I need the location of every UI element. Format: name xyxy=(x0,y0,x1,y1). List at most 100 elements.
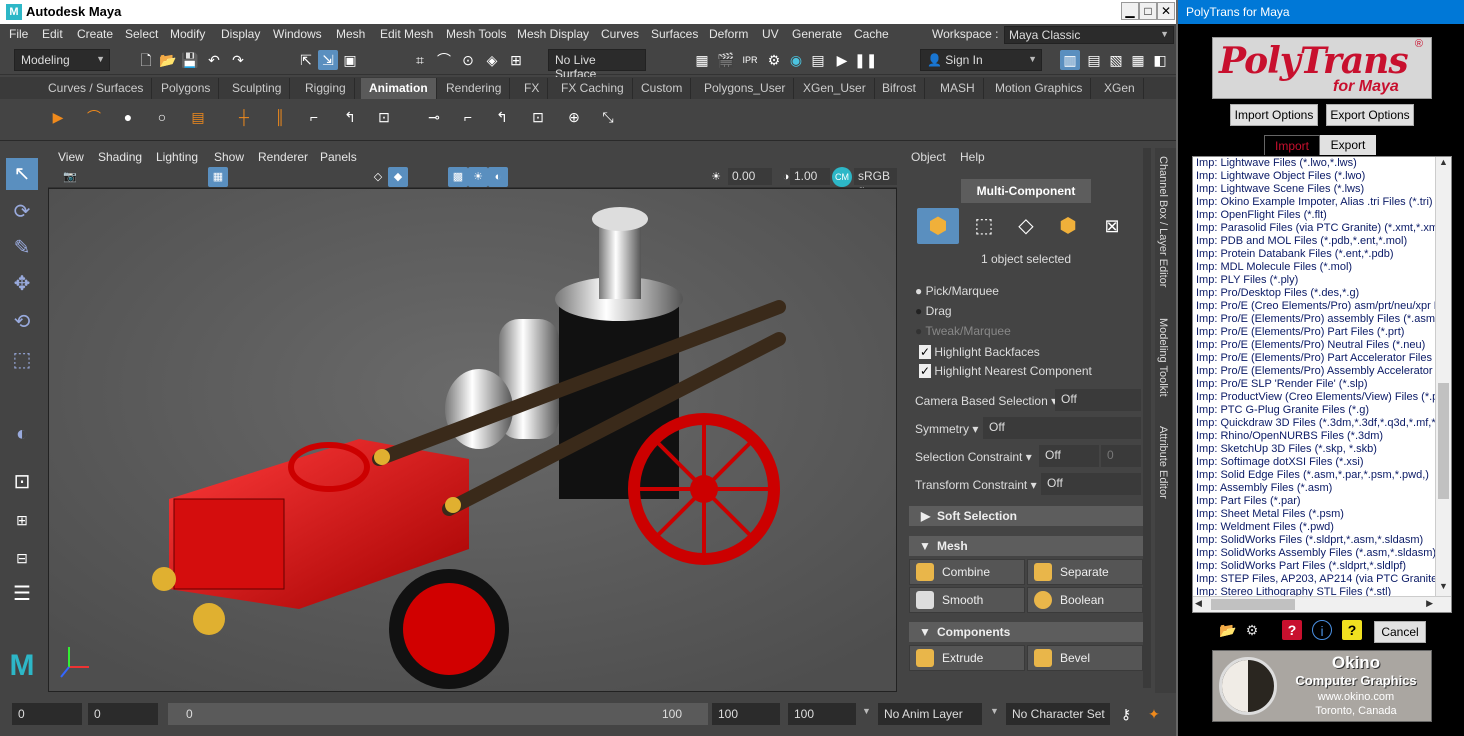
single-pane-layout-icon[interactable]: ⊡ xyxy=(6,466,38,498)
list-item[interactable]: Imp: STEP Files, AP203, AP214 (via PTC G… xyxy=(1193,573,1451,586)
snap-curve-icon[interactable]: ⌒ xyxy=(434,50,454,70)
show-manipulator-icon[interactable]: ◐ xyxy=(6,418,38,450)
list-item[interactable]: Imp: Part Files (*.par) xyxy=(1193,495,1451,508)
uv-mode-icon[interactable]: ⊠ xyxy=(1093,208,1131,244)
workspace-dropdown[interactable]: Maya Classic ▼ xyxy=(1004,26,1174,44)
edge-mode-icon[interactable]: ◇ xyxy=(1007,208,1045,244)
unghost-icon[interactable]: ○ xyxy=(152,107,172,127)
list-item[interactable]: Imp: Quickdraw 3D Files (*.3dm,*.3df,*.q… xyxy=(1193,417,1451,430)
ipr-render-icon[interactable]: IPR xyxy=(740,50,760,70)
sign-in-dropdown[interactable]: 👤 Sign In ▼ xyxy=(920,49,1042,71)
drag-radio[interactable]: ● Drag xyxy=(915,304,952,318)
object-mode-icon[interactable]: ⬢ xyxy=(917,208,959,244)
menu-surfaces[interactable]: Surfaces xyxy=(651,27,698,41)
range-slider[interactable]: 0 100 xyxy=(168,703,708,725)
tweak-marquee-radio[interactable]: ● Tweak/Marquee xyxy=(915,324,1011,338)
components-section[interactable]: ▼ Components xyxy=(909,622,1143,642)
list-item[interactable]: Imp: Pro/E (Elements/Pro) Neutral Files … xyxy=(1193,339,1451,352)
snap-point-icon[interactable]: ⊙ xyxy=(458,50,478,70)
play-icon[interactable]: ▶ xyxy=(832,50,852,70)
mt-menu-help[interactable]: Help xyxy=(960,150,985,164)
mesh-section[interactable]: ▼ Mesh xyxy=(909,536,1143,556)
menu-mesh[interactable]: Mesh xyxy=(336,27,365,41)
list-item[interactable]: Imp: OpenFlight Files (*.flt) xyxy=(1193,209,1451,222)
highlight-backfaces-checkbox[interactable]: ✓ Highlight Backfaces xyxy=(919,345,1040,359)
export-options-button[interactable]: Export Options xyxy=(1326,104,1414,126)
selection-constraint-number[interactable]: 0 xyxy=(1101,445,1141,467)
list-item[interactable]: Imp: Parasolid Files (via PTC Granite) (… xyxy=(1193,222,1451,235)
menu-display[interactable]: Display xyxy=(221,27,260,41)
ik-handle-icon[interactable]: ║ xyxy=(270,107,290,127)
list-item[interactable]: Imp: Assembly Files (*.asm) xyxy=(1193,482,1451,495)
anim-layer-field[interactable]: No Anim Layer xyxy=(878,703,982,725)
move-tool-icon[interactable]: ✥ xyxy=(6,268,38,300)
menuset-dropdown[interactable]: Modeling ▼ xyxy=(14,49,110,71)
camera-icon[interactable]: 📷 xyxy=(60,167,80,187)
playback-end-field[interactable]: 100 xyxy=(712,703,780,725)
select-hierarchy-icon[interactable]: ⇱ xyxy=(296,50,316,70)
tab-export[interactable]: Export xyxy=(1320,135,1376,155)
menu-cache[interactable]: Cache xyxy=(854,27,889,41)
pole-vector-icon[interactable]: ↰ xyxy=(492,107,512,127)
vp-menu-show[interactable]: Show xyxy=(214,150,244,164)
mt-menu-object[interactable]: Object xyxy=(911,150,946,164)
menu-select[interactable]: Select xyxy=(125,27,158,41)
playblast-icon[interactable]: ▶ xyxy=(48,107,68,127)
menu-generate[interactable]: Generate xyxy=(792,27,842,41)
list-item[interactable]: Imp: Pro/E (Elements/Pro) Part Files (*.… xyxy=(1193,326,1451,339)
shadows-icon[interactable]: ◐ xyxy=(488,167,508,187)
symmetry-field[interactable]: Off xyxy=(983,417,1141,439)
vp-menu-lighting[interactable]: Lighting xyxy=(156,150,198,164)
menu-mesh-display[interactable]: Mesh Display xyxy=(517,27,589,41)
rotate-tool-icon[interactable]: ⟲ xyxy=(6,306,38,338)
shelf-tab-bifrost[interactable]: Bifrost xyxy=(874,78,926,99)
snap-surface-icon[interactable]: ⊞ xyxy=(506,50,526,70)
menu-edit[interactable]: Edit xyxy=(42,27,63,41)
soft-selection-section[interactable]: ▶ Soft Selection xyxy=(909,506,1143,526)
smooth-button[interactable]: Smooth xyxy=(909,587,1025,613)
playback-start-field[interactable]: 0 xyxy=(88,703,158,725)
menu-modify[interactable]: Modify xyxy=(170,27,205,41)
hscroll-thumb[interactable] xyxy=(1211,599,1295,610)
pick-marquee-radio[interactable]: ● Pick/Marquee xyxy=(915,284,999,298)
menu-deform[interactable]: Deform xyxy=(709,27,748,41)
camera-based-field[interactable]: Off xyxy=(1055,389,1141,411)
highlight-nearest-checkbox[interactable]: ✓ Highlight Nearest Component xyxy=(919,364,1092,378)
set-key-icon[interactable]: ▤ xyxy=(188,107,208,127)
menu-mesh-tools[interactable]: Mesh Tools xyxy=(446,27,506,41)
shelf-tab-rigging[interactable]: Rigging xyxy=(297,78,355,99)
list-item[interactable]: Imp: MDL Molecule Files (*.mol) xyxy=(1193,261,1451,274)
parent-constraint-icon[interactable]: ⌐ xyxy=(304,107,324,127)
hypershade-icon[interactable]: ◉ xyxy=(786,50,806,70)
shelf-tab-xgen[interactable]: XGen xyxy=(1096,78,1144,99)
bevel-button[interactable]: Bevel xyxy=(1027,645,1143,671)
pause-icon[interactable]: ❚❚ xyxy=(854,50,877,70)
color-space-field[interactable]: sRGB g xyxy=(854,168,897,197)
maximize-button[interactable]: □ xyxy=(1139,2,1157,20)
list-item[interactable]: Imp: PTC G-Plug Granite Files (*.g) xyxy=(1193,404,1451,417)
motion-trail-icon[interactable]: ⌒ xyxy=(84,107,104,127)
close-button[interactable]: ✕ xyxy=(1157,2,1175,20)
wireframe-icon[interactable]: ◇ xyxy=(368,167,388,187)
list-item[interactable]: Imp: ProductView (Creo Elements/View) Fi… xyxy=(1193,391,1451,404)
menu-edit-mesh[interactable]: Edit Mesh xyxy=(380,27,433,41)
list-item[interactable]: Imp: Softimage dotXSI Files (*.xsi) xyxy=(1193,456,1451,469)
combine-button[interactable]: Combine xyxy=(909,559,1025,585)
attribute-editor-icon[interactable]: ▤ xyxy=(1084,50,1104,70)
list-item[interactable]: Imp: Pro/E (Elements/Pro) assembly Files… xyxy=(1193,313,1451,326)
select-object-icon[interactable]: ⇲ xyxy=(318,50,338,70)
tangent-constraint-icon[interactable]: ⤡ xyxy=(598,107,618,127)
boolean-button[interactable]: Boolean xyxy=(1027,587,1143,613)
select-component-icon[interactable]: ▣ xyxy=(340,50,360,70)
menu-curves[interactable]: Curves xyxy=(601,27,639,41)
tab-modeling-toolkit[interactable]: Modeling Toolkit xyxy=(1157,318,1169,397)
lights-icon[interactable]: ☀ xyxy=(468,167,488,187)
textured-icon[interactable]: ▩ xyxy=(448,167,468,187)
3d-viewport[interactable] xyxy=(48,188,897,692)
undo-icon[interactable]: ↶ xyxy=(204,50,224,70)
scale-constraint-icon[interactable]: ⊸ xyxy=(424,107,444,127)
key-icon[interactable]: ⚷ xyxy=(1116,704,1136,724)
online-help-icon[interactable]: ? xyxy=(1342,620,1362,640)
tab-import[interactable]: Import xyxy=(1264,135,1320,155)
redo-icon[interactable]: ↷ xyxy=(228,50,248,70)
